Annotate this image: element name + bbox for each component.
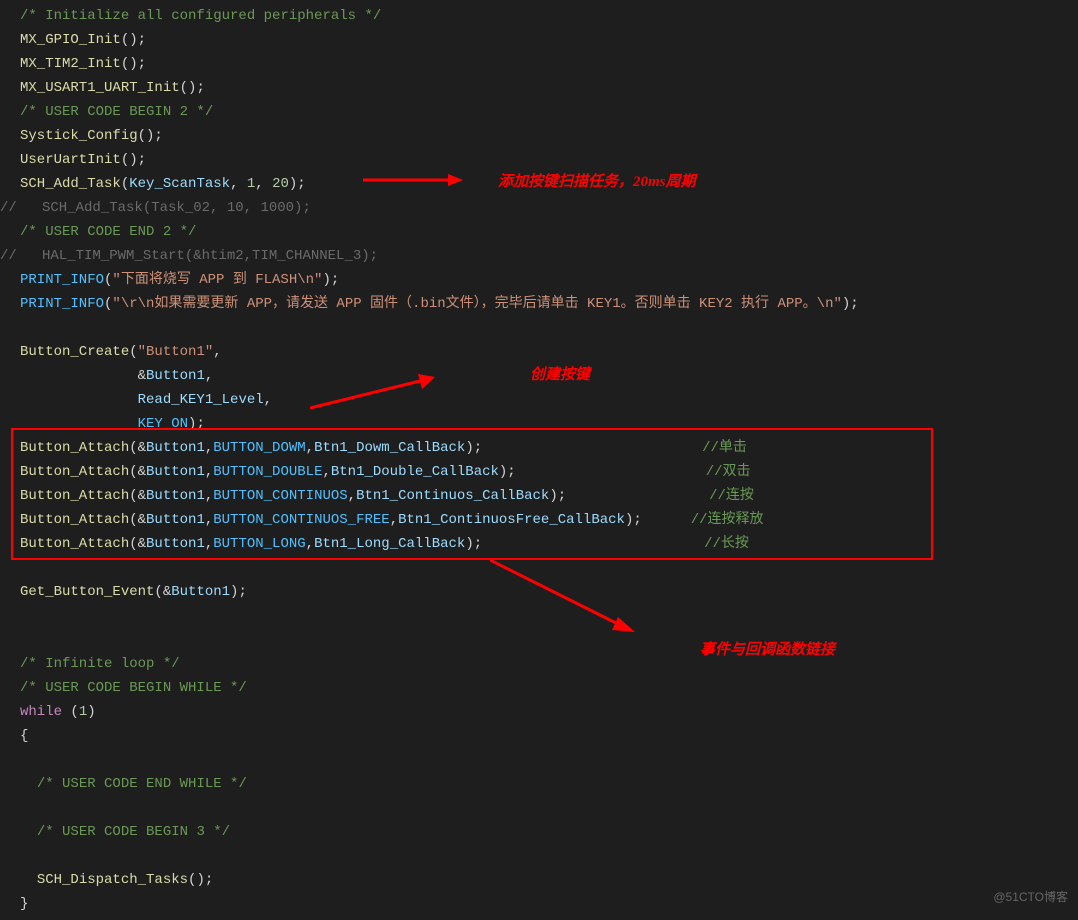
code-line: Button_Attach(&Button1,BUTTON_DOUBLE,Btn… (20, 460, 1078, 484)
code-line: Button_Attach(&Button1,BUTTON_CONTINUOS,… (20, 484, 1078, 508)
code-line: /* USER CODE BEGIN 2 */ (20, 100, 1078, 124)
code-line (20, 556, 1078, 580)
code-line: PRINT_INFO("下面将烧写 APP 到 FLASH\n"); (20, 268, 1078, 292)
code-line: /* Infinite loop */ (20, 652, 1078, 676)
code-line: SCH_Dispatch_Tasks(); (20, 868, 1078, 892)
code-editor[interactable]: /* Initialize all configured peripherals… (0, 0, 1078, 920)
code-line: UserUartInit(); (20, 148, 1078, 172)
code-line (20, 604, 1078, 628)
code-line: &Button1, (20, 364, 1078, 388)
code-line (20, 628, 1078, 652)
code-line: MX_TIM2_Init(); (20, 52, 1078, 76)
code-line: Get_Button_Event(&Button1); (20, 580, 1078, 604)
code-line (20, 844, 1078, 868)
code-line: /* USER CODE END WHILE */ (20, 772, 1078, 796)
code-line: // SCH_Add_Task(Task_02, 10, 1000); (0, 196, 1078, 220)
code-line: while (1) (20, 700, 1078, 724)
code-line (20, 316, 1078, 340)
code-line: // HAL_TIM_PWM_Start(&htim2,TIM_CHANNEL_… (0, 244, 1078, 268)
code-line (20, 748, 1078, 772)
code-line: PRINT_INFO("\r\n如果需要更新 APP，请发送 APP 固件（.b… (20, 292, 1078, 316)
code-line: Button_Create("Button1", (20, 340, 1078, 364)
code-line: /* USER CODE BEGIN WHILE */ (20, 676, 1078, 700)
code-line: } (20, 892, 1078, 916)
code-line: { (20, 724, 1078, 748)
code-line: Systick_Config(); (20, 124, 1078, 148)
code-line: Button_Attach(&Button1,BUTTON_DOWM,Btn1_… (20, 436, 1078, 460)
watermark: @51CTO博客 (993, 885, 1068, 909)
code-line: Button_Attach(&Button1,BUTTON_CONTINUOS_… (20, 508, 1078, 532)
code-line: /* Initialize all configured peripherals… (20, 4, 1078, 28)
code-line: Button_Attach(&Button1,BUTTON_LONG,Btn1_… (20, 532, 1078, 556)
code-line: MX_USART1_UART_Init(); (20, 76, 1078, 100)
code-line: /* USER CODE BEGIN 3 */ (20, 820, 1078, 844)
code-line: Read_KEY1_Level, (20, 388, 1078, 412)
code-line: MX_GPIO_Init(); (20, 28, 1078, 52)
code-line: /* USER CODE END 2 */ (20, 220, 1078, 244)
code-line: SCH_Add_Task(Key_ScanTask, 1, 20); (20, 172, 1078, 196)
code-line: KEY_ON); (20, 412, 1078, 436)
code-line (20, 796, 1078, 820)
